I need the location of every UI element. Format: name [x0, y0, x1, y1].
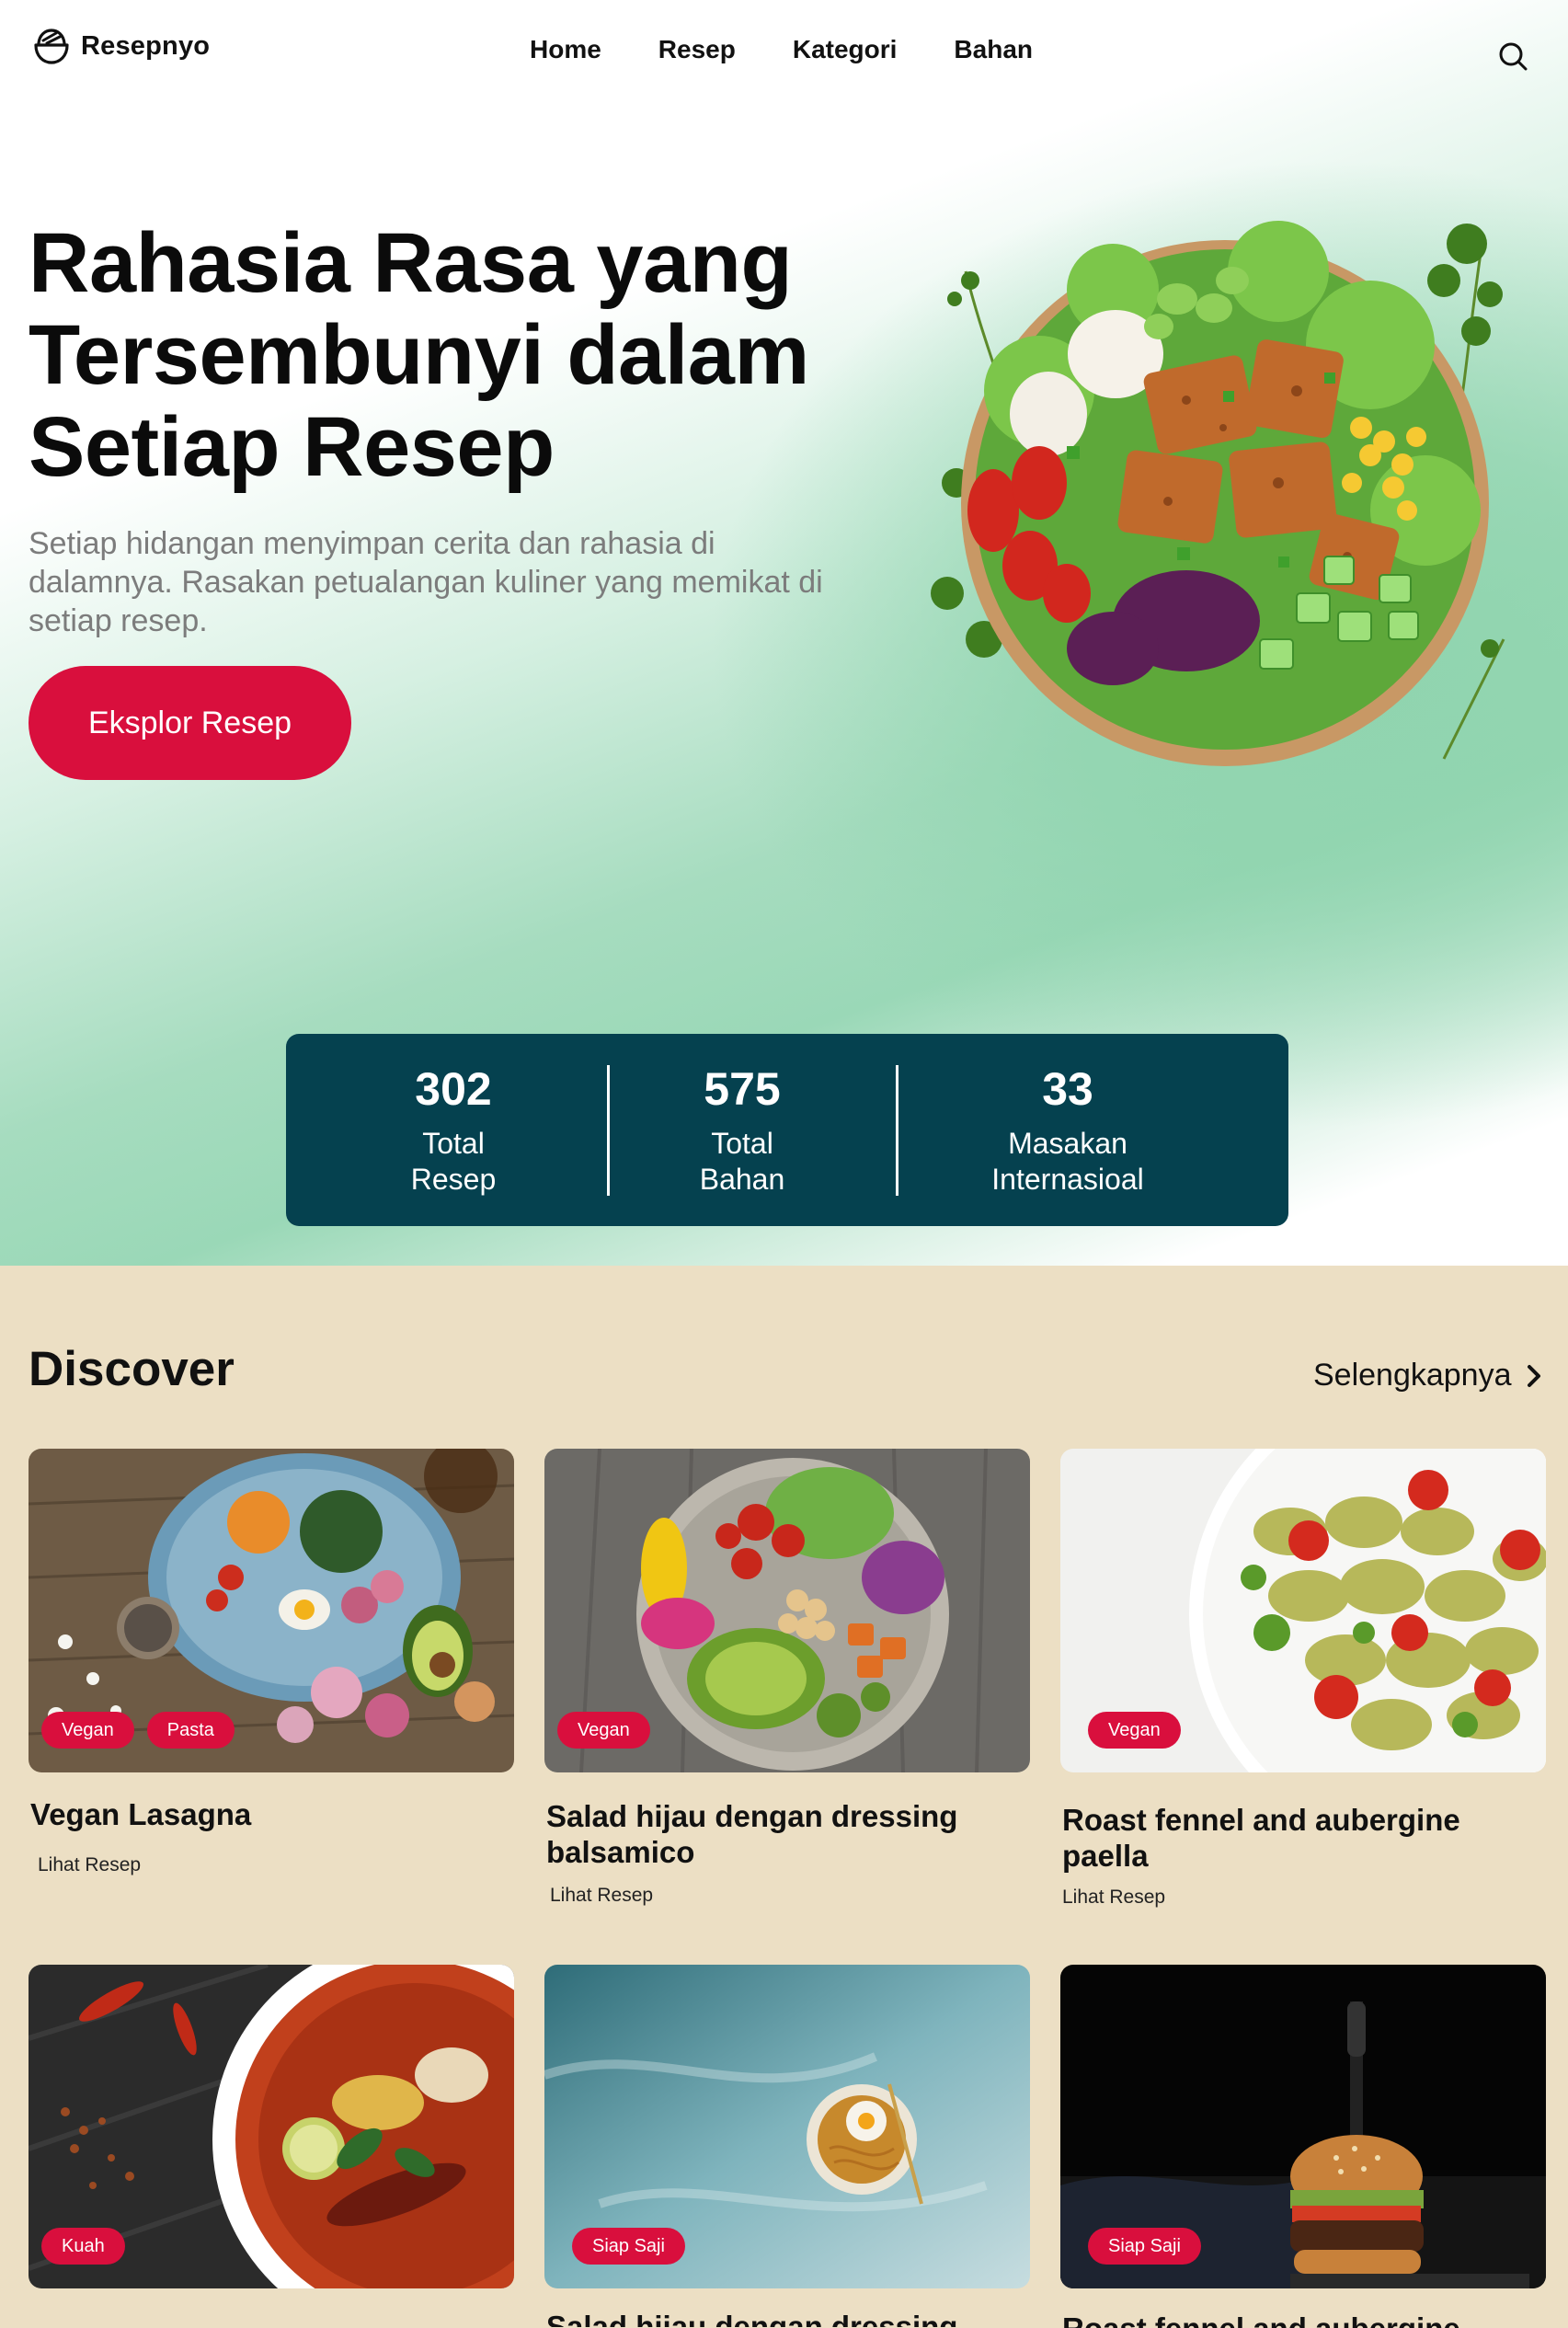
stat-total-recipes: 302 Total Resep [361, 1061, 545, 1198]
stat-label: Total Bahan [650, 1126, 834, 1198]
see-more-label: Selengkapnya [1313, 1358, 1512, 1393]
recipe-tags: Siap Saji [1073, 2228, 1201, 2265]
recipe-card[interactable]: Vegan Salad hijau dengan dressing balsam… [544, 1449, 1030, 1907]
recipe-image[interactable]: Siap Saji [1060, 1965, 1546, 2288]
view-recipe-link[interactable]: Lihat Resep [1060, 1886, 1546, 1909]
stat-divider [607, 1065, 610, 1196]
stat-total-ingredients: 575 Total Bahan [650, 1061, 834, 1198]
brand-name: Resepnyo [81, 30, 211, 61]
recipe-card[interactable]: Siap Saji Salad hijau dengan dressing [544, 1965, 1030, 2327]
top-navbar: Resepnyo Home Resep Kategori Bahan [0, 0, 1568, 101]
tag-badge[interactable]: Vegan [41, 1712, 134, 1749]
discover-section: Discover Selengkapnya Vegan Pasta Vegan … [0, 1266, 1568, 2328]
stat-value: 302 [415, 1063, 492, 1115]
recipe-title[interactable]: Salad hijau dengan dressing balsamico [544, 1798, 1030, 1870]
tag-badge[interactable]: Siap Saji [572, 2228, 685, 2265]
tag-badge[interactable]: Kuah [41, 2228, 125, 2265]
stat-label: Masakan Internasioal [939, 1126, 1196, 1198]
nav-link-bahan[interactable]: Bahan [954, 35, 1033, 64]
recipe-tags: Kuah [41, 2228, 125, 2265]
brand-logo[interactable]: Resepnyo [31, 26, 210, 66]
recipe-title[interactable]: Salad hijau dengan dressing [544, 2311, 1030, 2327]
salad-bowl-image [931, 221, 1505, 766]
recipe-title[interactable]: Roast fennel and aubergine paella [1060, 1802, 1546, 1874]
stat-divider [896, 1065, 898, 1196]
recipe-card[interactable]: Siap Saji Roast fennel and aubergine [1060, 1965, 1546, 2328]
tag-badge[interactable]: Vegan [557, 1712, 650, 1749]
recipe-tags: Vegan Pasta [41, 1712, 235, 1749]
tag-badge[interactable]: Pasta [146, 1712, 235, 1749]
recipe-card[interactable]: Vegan Pasta Vegan Lasagna Lihat Resep [29, 1449, 514, 1876]
nav-link-home[interactable]: Home [530, 35, 601, 64]
search-icon[interactable] [1497, 40, 1530, 74]
nav-link-resep[interactable]: Resep [658, 35, 736, 64]
stat-label-line: Internasioal [991, 1163, 1144, 1196]
hero-title: Rahasia Rasa yang Tersembunyi dalam Seti… [29, 216, 809, 494]
tag-badge[interactable]: Vegan [1088, 1712, 1181, 1749]
stat-value: 33 [1042, 1063, 1093, 1115]
nav-links: Home Resep Kategori Bahan [530, 35, 1033, 64]
recipe-tags: Siap Saji [557, 2228, 685, 2265]
recipe-tags: Vegan [1073, 1712, 1181, 1749]
stat-label-line: Total [422, 1127, 485, 1160]
view-recipe-link[interactable]: Lihat Resep [29, 1854, 514, 1876]
recipe-image[interactable]: Siap Saji [544, 1965, 1030, 2288]
recipe-card[interactable]: Kuah [29, 1965, 514, 2288]
stat-label-line: Resep [410, 1163, 497, 1196]
stats-panel: 302 Total Resep 575 Total Bahan 33 Masak… [286, 1034, 1288, 1226]
stat-label: Total Resep [361, 1126, 545, 1198]
bowl-logo-icon [34, 29, 69, 64]
hero-subtitle: Setiap hidangan menyimpan cerita dan rah… [29, 526, 823, 638]
explore-recipes-button[interactable]: Eksplor Resep [29, 666, 351, 780]
recipe-title[interactable]: Vegan Lasagna [29, 1796, 514, 1832]
stat-value: 575 [704, 1063, 781, 1115]
see-more-link[interactable]: Selengkapnya [1313, 1358, 1543, 1393]
view-recipe-link[interactable]: Lihat Resep [544, 1885, 1030, 1907]
recipe-image[interactable]: Vegan Pasta [29, 1449, 514, 1772]
section-title: Discover [29, 1342, 235, 1396]
stat-international: 33 Masakan Internasioal [939, 1061, 1196, 1198]
recipe-image[interactable]: Kuah [29, 1965, 514, 2288]
stat-label-line: Bahan [699, 1163, 785, 1196]
recipe-image[interactable]: Vegan [1060, 1449, 1546, 1772]
chevron-right-icon [1527, 1364, 1540, 1387]
stat-label-line: Total [711, 1127, 773, 1160]
recipe-tags: Vegan [557, 1712, 650, 1749]
tag-badge[interactable]: Siap Saji [1088, 2228, 1201, 2265]
recipe-image[interactable]: Vegan [544, 1449, 1030, 1772]
stat-label-line: Masakan [1008, 1127, 1127, 1160]
recipe-title[interactable]: Roast fennel and aubergine [1060, 2312, 1546, 2328]
recipe-card[interactable]: Vegan Roast fennel and aubergine paella … [1060, 1449, 1546, 1909]
nav-link-kategori[interactable]: Kategori [793, 35, 898, 64]
